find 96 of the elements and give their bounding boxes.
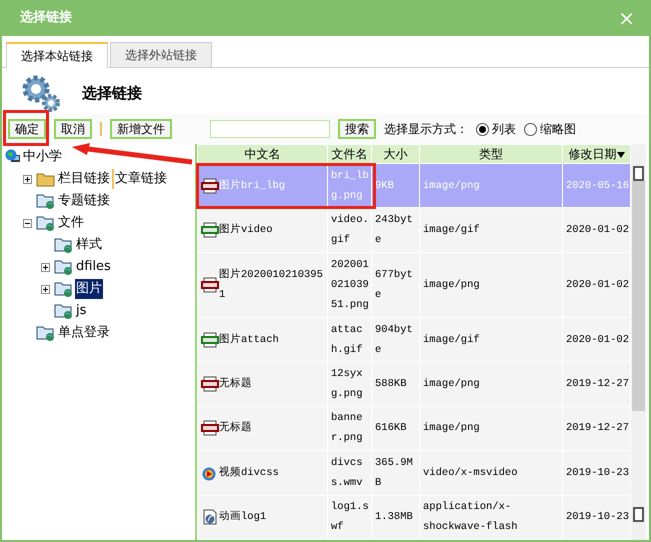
cancel-button[interactable]: 取消 — [54, 119, 92, 139]
tree-item[interactable]: 专题链接 — [57, 191, 111, 211]
gif-file-icon — [201, 222, 219, 238]
file-size: 9KB — [375, 180, 394, 192]
web-folder-icon — [54, 259, 74, 275]
file-title: 图片attach — [219, 332, 279, 348]
view-mode-label: 选择显示方式： — [384, 121, 468, 138]
tree-item[interactable]: 文件 — [57, 213, 85, 233]
mime-type: application/x-shockwave-flash — [423, 501, 518, 534]
file-title: 图片20200102103951 — [219, 267, 324, 303]
png-file-icon — [201, 276, 219, 293]
modified-date: 2020-01-02 — [566, 278, 630, 291]
tree-item[interactable]: 图片 — [75, 279, 103, 299]
folder-icon — [36, 171, 56, 187]
scroll-up-button[interactable] — [633, 166, 644, 181]
mime-type: image/png — [423, 180, 480, 192]
search-button[interactable]: 搜索 — [338, 119, 376, 139]
radio-option[interactable]: 缩略图 — [524, 120, 576, 138]
tree-item[interactable]: 中小学 — [22, 147, 63, 167]
flash-file-icon — [201, 509, 219, 526]
file-size: 904byte — [375, 324, 413, 356]
file-size: 588KB — [375, 378, 407, 390]
tree-item[interactable]: dfiles — [75, 257, 112, 277]
search-field[interactable] — [210, 120, 330, 138]
modified-date: 2019-10-23 — [566, 511, 630, 524]
tree-item[interactable]: 单点登录 — [57, 323, 111, 343]
tab[interactable]: 选择本站链接 — [6, 42, 108, 68]
tab[interactable]: 选择外站链接 — [110, 42, 212, 67]
section-heading: 选择链接 — [82, 82, 142, 104]
column-header[interactable]: 类型 — [420, 144, 562, 164]
scrollbar[interactable] — [631, 144, 646, 540]
file-size: 1.38MB — [375, 511, 413, 524]
plus-box-icon[interactable] — [41, 262, 50, 272]
png-file-icon — [201, 376, 219, 392]
file-title: 视频divcss — [219, 465, 279, 481]
file-size: 243byte — [375, 214, 413, 246]
table-row[interactable]: 图片video video.gif 243byte image/gif 2020-01-02 — [198, 208, 630, 252]
tree-item[interactable]: 样式 — [75, 235, 103, 255]
table-row[interactable]: 无标题 12syxg.png 588KB image/png 2019-12-27 — [198, 362, 630, 406]
file-title: 图片video — [219, 222, 273, 238]
column-header[interactable]: 修改日期 — [562, 144, 630, 164]
file-size: 677byte — [375, 268, 413, 301]
mime-type: image/png — [423, 278, 480, 291]
window-title: 选择链接 — [20, 8, 72, 28]
column-header[interactable]: 大小 — [372, 144, 420, 164]
web-folder-icon — [54, 281, 74, 297]
table-row[interactable]: 视频divcss divcss.wmv 365.9MB video/x-msvideo 2019-10-23 — [198, 450, 630, 495]
file-name: attach.gif — [331, 324, 363, 356]
modified-date: 2020-05-16 — [566, 180, 630, 192]
web-folder-icon — [54, 237, 74, 253]
modified-date: 2019-10-23 — [566, 466, 630, 479]
tree-item[interactable]: js — [75, 301, 88, 321]
plus-box-icon[interactable] — [41, 284, 50, 294]
file-title: 图片bri_lbg — [219, 178, 286, 194]
gears-icon — [20, 73, 62, 113]
modified-date: 2020-01-02 — [566, 224, 630, 236]
column-header[interactable]: 中文名 — [198, 144, 328, 164]
web-folder-icon — [54, 303, 74, 319]
mime-type: image/png — [423, 422, 480, 434]
modified-date: 2019-12-27 — [566, 422, 630, 434]
file-name: video.gif — [331, 214, 369, 246]
plus-box-icon[interactable] — [23, 174, 32, 184]
highlight-frame — [3, 110, 49, 146]
web-folder-icon — [36, 325, 56, 341]
tree-item[interactable]: 文章链接 — [112, 169, 167, 189]
file-title: 无标题 — [219, 420, 252, 436]
modified-date: 2019-12-27 — [566, 378, 630, 390]
mime-type: image/gif — [423, 334, 480, 346]
minus-box-icon[interactable] — [23, 218, 32, 228]
add-file-button[interactable]: 新增文件 — [110, 119, 172, 139]
file-title: 动画log1 — [219, 510, 266, 526]
file-name: log1.swf — [331, 501, 369, 534]
scroll-thumb[interactable] — [632, 181, 645, 411]
mime-type: image/gif — [423, 224, 480, 236]
file-name: bri_lbg.png — [331, 170, 369, 202]
png-file-icon — [201, 420, 219, 436]
mime-type: image/png — [423, 378, 480, 390]
table-row[interactable]: 图片20200102103951 20200102103951.png 677byte image/png 2020-01-02 — [198, 252, 630, 318]
confirm-button[interactable]: 确定 — [8, 119, 46, 139]
png-file-icon — [201, 178, 219, 194]
file-size: 365.9MB — [375, 456, 413, 489]
tree-item[interactable]: 栏目链接 — [57, 169, 111, 189]
globe-computer-icon — [5, 149, 21, 165]
web-folder-icon — [36, 215, 56, 231]
table-row[interactable]: 图片attach attach.gif 904byte image/gif 2020-01-02 — [198, 317, 630, 362]
web-folder-icon — [36, 193, 56, 209]
table-row[interactable]: 无标题 banner.png 616KB image/png 2019-12-27 — [198, 406, 630, 451]
file-title: 无标题 — [219, 376, 252, 392]
gif-file-icon — [201, 332, 219, 348]
radio-option[interactable]: 列表 — [476, 120, 516, 138]
mime-type: video/x-msvideo — [423, 466, 518, 479]
table-row[interactable]: 动画log1 log1.swf 1.38MB application/x-shockwave-flash 2019-10-23 — [198, 495, 630, 540]
scroll-down-button[interactable] — [633, 507, 644, 522]
column-header[interactable]: 文件名 — [328, 144, 372, 164]
file-size: 616KB — [375, 422, 407, 434]
modified-date: 2020-01-02 — [566, 334, 630, 346]
